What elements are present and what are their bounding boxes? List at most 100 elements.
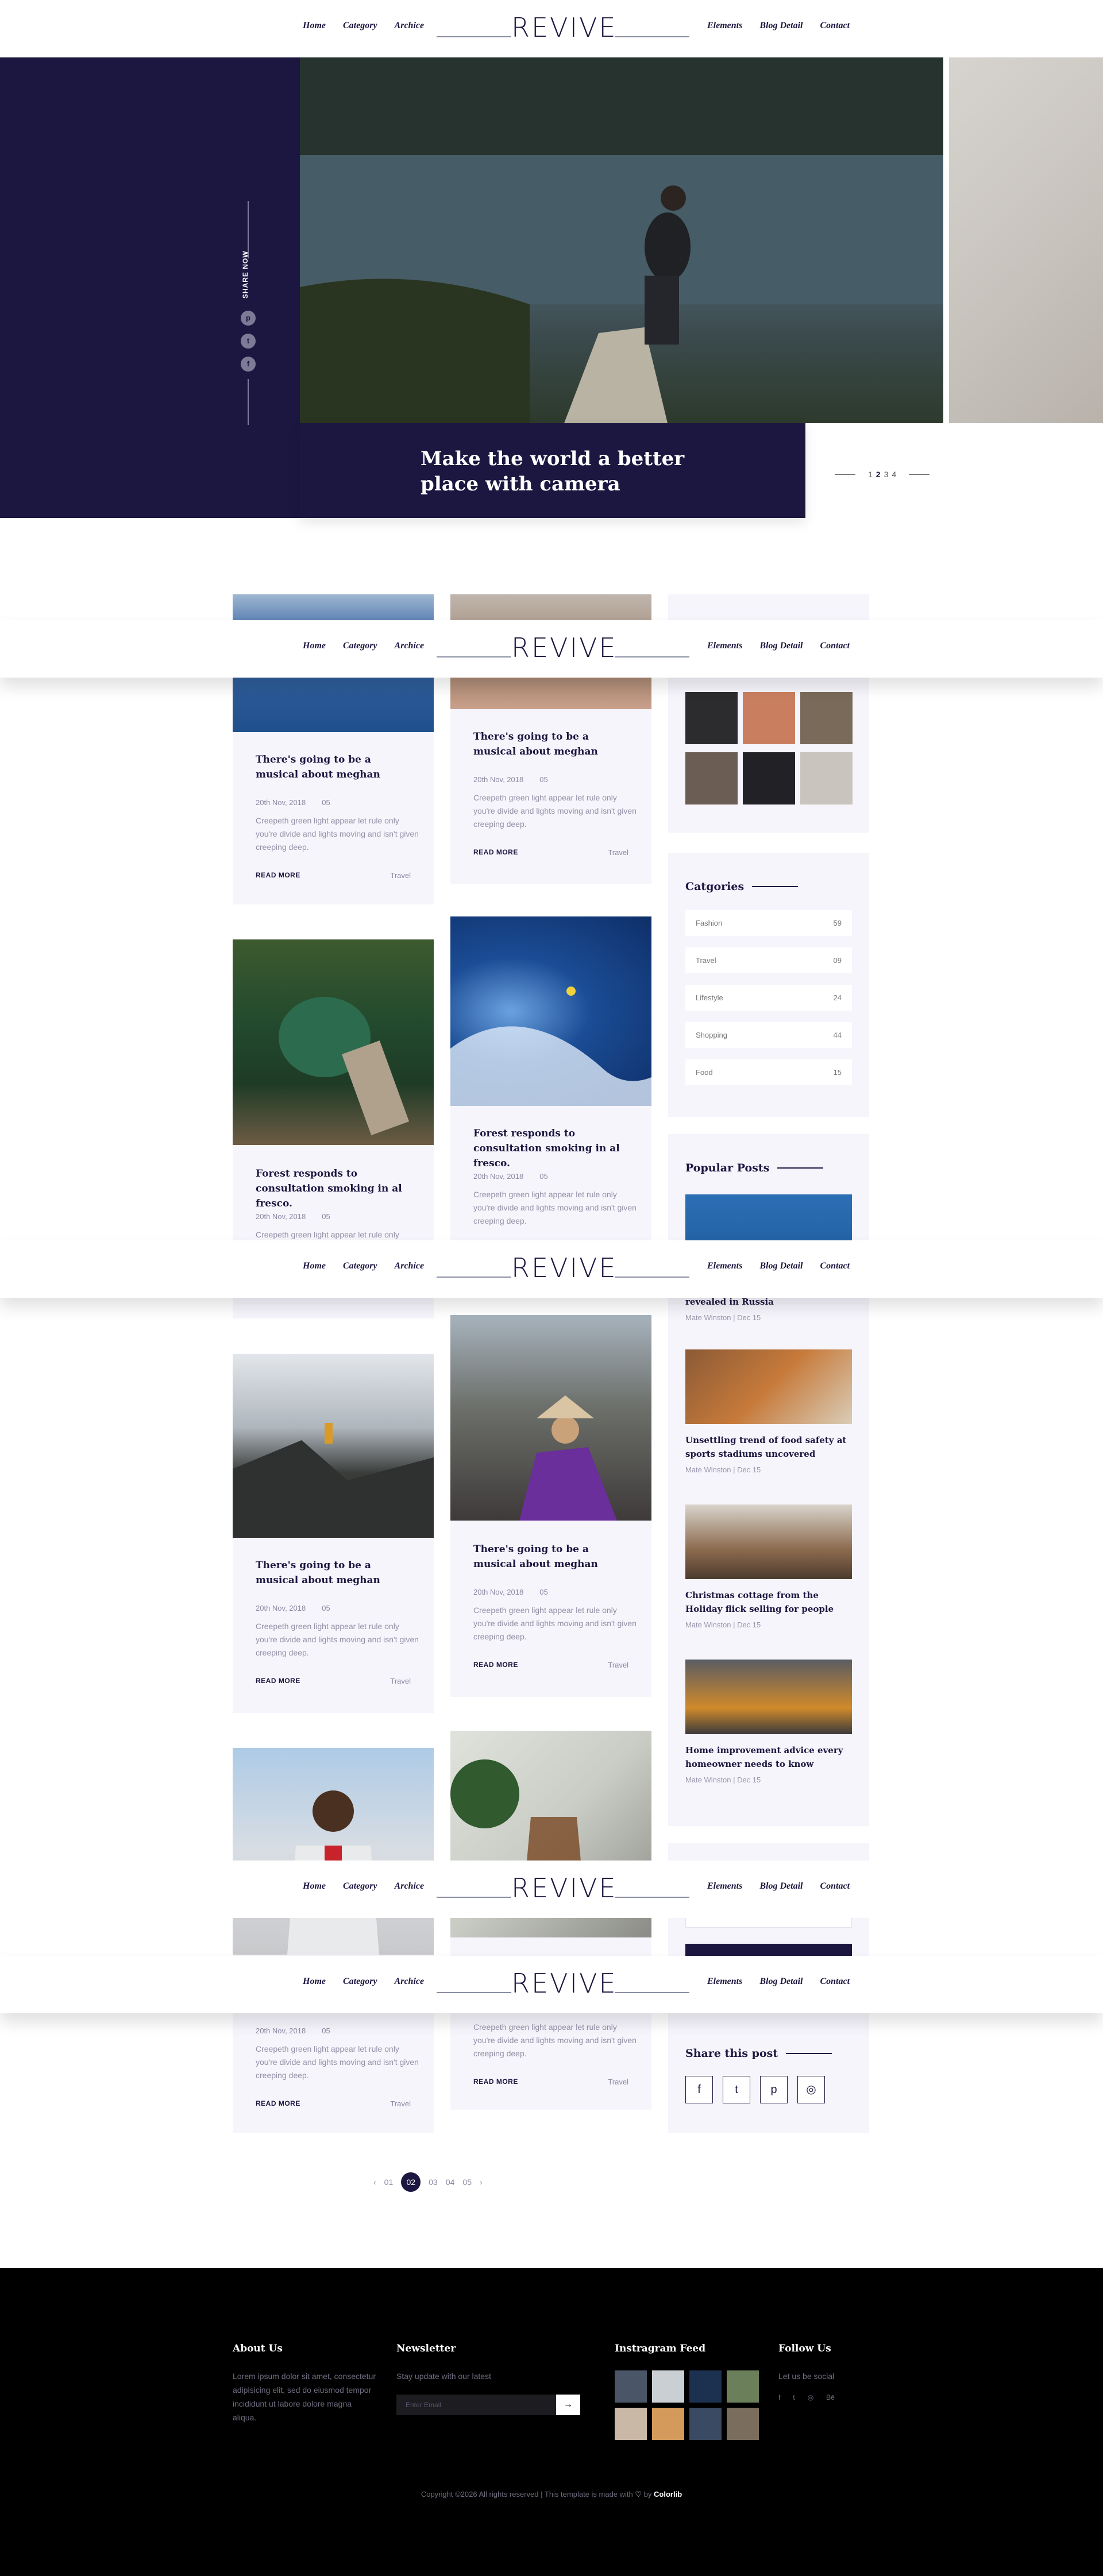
- nav-contact[interactable]: Contact: [820, 1261, 850, 1271]
- nav-category[interactable]: Category: [343, 21, 377, 31]
- post-title[interactable]: There's going to be a musical about megh…: [256, 1558, 416, 1588]
- colorlib-link[interactable]: Colorlib: [654, 2490, 682, 2498]
- popular-post-image[interactable]: [685, 1504, 852, 1579]
- page-link[interactable]: 01: [384, 2177, 394, 2187]
- hero-page-1[interactable]: 1: [868, 470, 873, 479]
- footer-subscribe-arrow-icon[interactable]: →: [556, 2395, 580, 2415]
- nav-archive[interactable]: Archice: [395, 21, 425, 31]
- nav-archive[interactable]: Archice: [395, 641, 425, 651]
- footer-instagram-thumb[interactable]: [727, 2408, 759, 2440]
- read-more-link[interactable]: READ MORE: [473, 1661, 518, 1669]
- popular-post-image[interactable]: [685, 1349, 852, 1424]
- nav-elements[interactable]: Elements: [707, 641, 742, 651]
- dribbble-icon[interactable]: ◎: [808, 2393, 813, 2401]
- nav-elements[interactable]: Elements: [707, 21, 742, 31]
- instagram-thumb[interactable]: [800, 752, 853, 804]
- category-item[interactable]: Fashion 59: [685, 910, 852, 936]
- popular-post-title[interactable]: Christmas cottage from the Holiday flick…: [685, 1588, 852, 1616]
- category-item[interactable]: Shopping 44: [685, 1022, 852, 1048]
- nav-blog-detail[interactable]: Blog Detail: [759, 1881, 803, 1892]
- nav-blog-detail[interactable]: Blog Detail: [759, 21, 803, 31]
- nav-archive[interactable]: Archice: [395, 1977, 425, 1987]
- post-image[interactable]: [450, 916, 651, 1106]
- instagram-thumb[interactable]: [743, 692, 795, 744]
- prev-page-icon[interactable]: ‹: [373, 2177, 376, 2187]
- footer-instagram-thumb[interactable]: [615, 2408, 647, 2440]
- popular-post[interactable]: Christmas cottage from the Holiday flick…: [685, 1504, 852, 1629]
- post-title[interactable]: Forest responds to consultation smoking …: [473, 1126, 634, 1171]
- pinterest-share-icon[interactable]: p: [760, 2076, 788, 2103]
- post-title[interactable]: There's going to be a musical about megh…: [473, 1542, 634, 1572]
- nav-home[interactable]: Home: [303, 21, 326, 31]
- instagram-thumb[interactable]: [743, 752, 795, 804]
- nav-contact[interactable]: Contact: [820, 21, 850, 31]
- popular-post[interactable]: Home improvement advice every homeowner …: [685, 1660, 852, 1784]
- footer-instagram-thumb[interactable]: [689, 2370, 722, 2403]
- twitter-icon[interactable]: t: [241, 334, 256, 349]
- popular-post[interactable]: revealed in Russia Mate Winston | Dec 15: [685, 1295, 852, 1322]
- nav-archive[interactable]: Archice: [395, 1881, 425, 1892]
- post-category[interactable]: Travel: [390, 871, 411, 880]
- page-link[interactable]: 05: [462, 2177, 472, 2187]
- nav-contact[interactable]: Contact: [820, 1977, 850, 1987]
- facebook-share-icon[interactable]: f: [685, 2076, 713, 2103]
- page-link[interactable]: 04: [446, 2177, 455, 2187]
- next-page-icon[interactable]: ›: [480, 2177, 483, 2187]
- facebook-icon[interactable]: f: [241, 357, 256, 372]
- nav-home[interactable]: Home: [303, 1977, 326, 1987]
- subscribe-button[interactable]: [685, 1944, 852, 1956]
- nav-home[interactable]: Home: [303, 641, 326, 651]
- popular-post-title[interactable]: Home improvement advice every homeowner …: [685, 1743, 852, 1771]
- nav-blog-detail[interactable]: Blog Detail: [759, 1261, 803, 1271]
- popular-post-image[interactable]: [685, 1660, 852, 1734]
- nav-category[interactable]: Category: [343, 641, 377, 651]
- hero-page-4[interactable]: 4: [892, 470, 896, 479]
- popular-post[interactable]: Unsettling trend of food safety at sport…: [685, 1349, 852, 1474]
- hero-page-2[interactable]: 2: [876, 470, 881, 479]
- read-more-link[interactable]: READ MORE: [256, 871, 300, 879]
- post-category[interactable]: Travel: [390, 1677, 411, 1685]
- post-title[interactable]: There's going to be a musical about megh…: [256, 752, 416, 782]
- footer-instagram-thumb[interactable]: [652, 2370, 684, 2403]
- prev-arrow-icon[interactable]: [835, 474, 855, 475]
- page-link-active[interactable]: 02: [401, 2172, 421, 2192]
- pinterest-icon[interactable]: p: [241, 311, 256, 326]
- site-logo[interactable]: REVIVE: [437, 1250, 689, 1285]
- nav-contact[interactable]: Contact: [820, 641, 850, 651]
- post-image[interactable]: [450, 1315, 651, 1521]
- nav-home[interactable]: Home: [303, 1881, 326, 1892]
- instagram-thumb[interactable]: [800, 692, 853, 744]
- site-logo[interactable]: REVIVE: [437, 1870, 689, 1905]
- post-category[interactable]: Travel: [608, 848, 628, 857]
- nav-blog-detail[interactable]: Blog Detail: [759, 1977, 803, 1987]
- nav-blog-detail[interactable]: Blog Detail: [759, 641, 803, 651]
- nav-category[interactable]: Category: [343, 1977, 377, 1987]
- nav-elements[interactable]: Elements: [707, 1977, 742, 1987]
- nav-home[interactable]: Home: [303, 1261, 326, 1271]
- facebook-icon[interactable]: f: [778, 2393, 780, 2401]
- behance-icon[interactable]: Bē: [826, 2393, 835, 2401]
- post-category[interactable]: Travel: [390, 2099, 411, 2108]
- instagram-thumb[interactable]: [685, 752, 738, 804]
- nav-archive[interactable]: Archice: [395, 1261, 425, 1271]
- instagram-thumb[interactable]: [685, 692, 738, 744]
- category-item[interactable]: Food 15: [685, 1059, 852, 1085]
- post-image[interactable]: [233, 1354, 434, 1538]
- hero-page-3[interactable]: 3: [884, 470, 889, 479]
- read-more-link[interactable]: READ MORE: [256, 2099, 300, 2107]
- nav-contact[interactable]: Contact: [820, 1881, 850, 1892]
- footer-instagram-thumb[interactable]: [727, 2370, 759, 2403]
- category-item[interactable]: Lifestyle 24: [685, 985, 852, 1011]
- nav-elements[interactable]: Elements: [707, 1881, 742, 1892]
- site-logo[interactable]: REVIVE: [437, 630, 689, 664]
- nav-category[interactable]: Category: [343, 1881, 377, 1892]
- footer-instagram-thumb[interactable]: [652, 2408, 684, 2440]
- site-logo[interactable]: REVIVE: [437, 1966, 689, 2000]
- instagram-share-icon[interactable]: ◎: [797, 2076, 825, 2103]
- read-more-link[interactable]: READ MORE: [256, 1677, 300, 1685]
- nav-category[interactable]: Category: [343, 1261, 377, 1271]
- footer-instagram-thumb[interactable]: [615, 2370, 647, 2403]
- post-category[interactable]: Travel: [608, 1661, 628, 1669]
- post-image[interactable]: [233, 939, 434, 1145]
- post-title[interactable]: Forest responds to consultation smoking …: [256, 1166, 416, 1211]
